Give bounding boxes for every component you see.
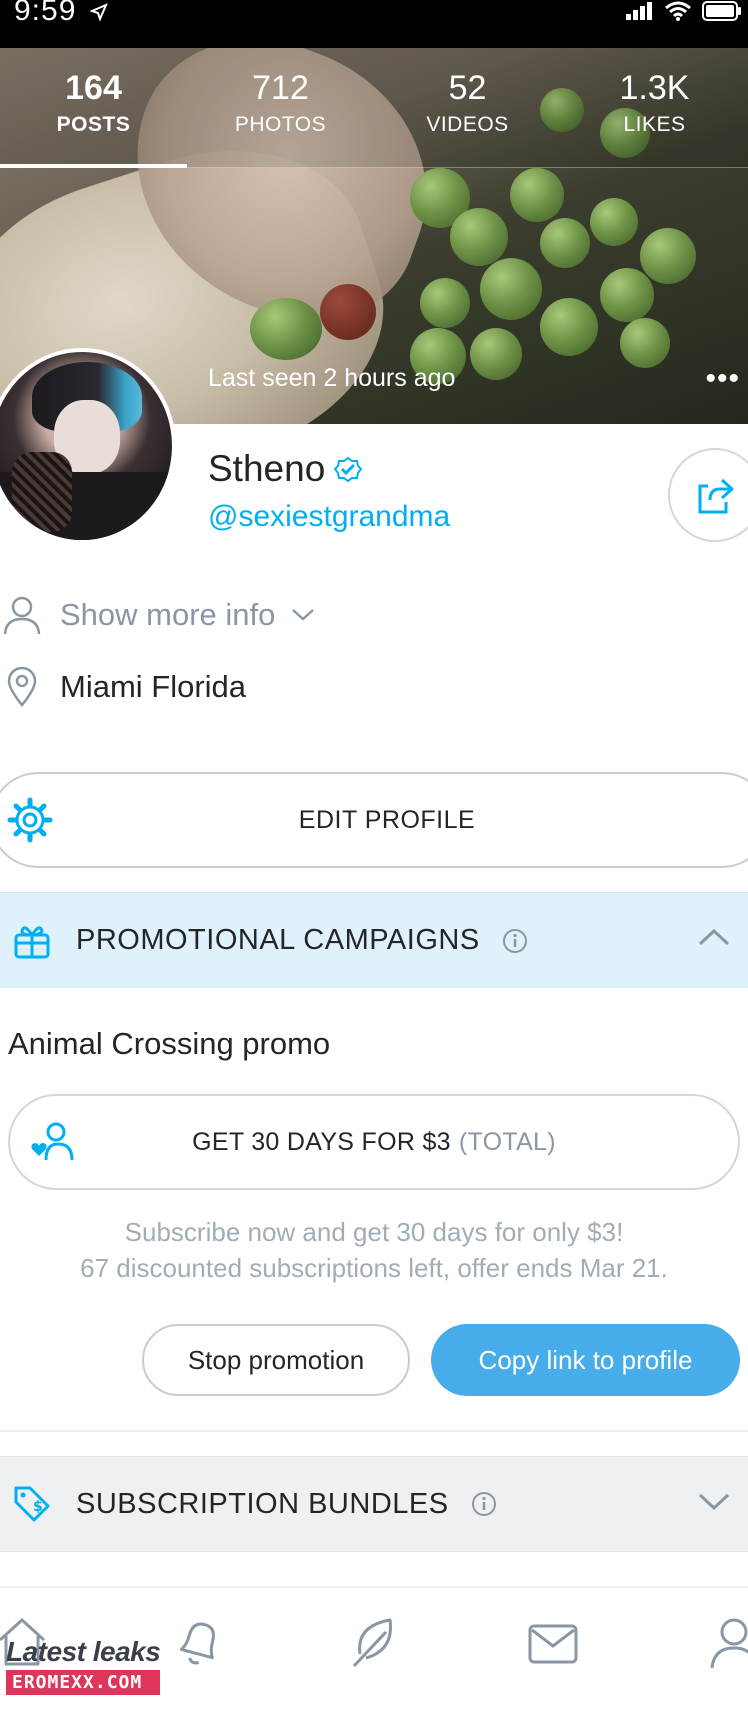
- location-pin-icon: [2, 667, 42, 707]
- location-arrow-icon: [88, 3, 108, 22]
- gift-icon: [14, 925, 50, 958]
- photos-label: PHOTOS: [234, 113, 327, 136]
- bell-icon[interactable]: [170, 1614, 226, 1670]
- posts-count: 164: [65, 69, 122, 107]
- likes-label: LIKES: [623, 113, 686, 136]
- status-bar: 9:59: [0, 0, 748, 48]
- profile-icon[interactable]: [706, 1614, 748, 1670]
- promo-desc-line-1: Subscribe now and get 30 days for only $…: [124, 1217, 624, 1247]
- videos-count: 52: [448, 69, 487, 107]
- wifi-icon: [665, 1, 691, 21]
- show-more-info-label: Show more info: [60, 597, 276, 632]
- divider: [0, 1586, 748, 1588]
- info-icon[interactable]: [502, 928, 528, 954]
- status-time: 9:59: [14, 0, 108, 26]
- promo-description: Subscribe now and get 30 days for only $…: [0, 1214, 748, 1286]
- chevron-down-icon[interactable]: [698, 1491, 730, 1511]
- photos-count: 712: [252, 69, 309, 107]
- share-profile-button[interactable]: [668, 448, 748, 542]
- signal-icon: [626, 2, 652, 20]
- subscribe-heart-person-icon: [31, 1122, 74, 1161]
- subscription-bundles-title: SUBSCRIPTION BUNDLES: [76, 1487, 449, 1520]
- profile-stats-tabs: 164 POSTS 712 PHOTOS 52 VIDEOS 1.3K LIKE…: [0, 48, 748, 168]
- svg-text:$: $: [33, 1499, 43, 1515]
- display-name: Stheno: [208, 448, 363, 490]
- price-tag-icon: $: [14, 1486, 50, 1522]
- promo-desc-line-2: 67 discounted subscriptions left, offer …: [80, 1253, 668, 1283]
- tab-posts[interactable]: 164 POSTS: [0, 48, 187, 168]
- tab-photos[interactable]: 712 PHOTOS: [187, 48, 374, 167]
- promotional-campaigns-header[interactable]: PROMOTIONAL CAMPAIGNS: [0, 892, 748, 988]
- divider: [0, 1430, 748, 1432]
- promotional-campaigns-title: PROMOTIONAL CAMPAIGNS: [76, 924, 480, 956]
- edit-profile-button[interactable]: EDIT PROFILE: [0, 772, 748, 868]
- watermark-line-1: Latest leaks: [6, 1636, 161, 1667]
- likes-count: 1.3K: [619, 69, 690, 107]
- subscription-bundles-header[interactable]: $ SUBSCRIPTION BUNDLES: [0, 1456, 748, 1552]
- more-options-icon[interactable]: •••: [705, 364, 740, 394]
- watermark-line-2: EROMEXX.COM: [6, 1670, 161, 1695]
- copy-link-button[interactable]: Copy link to profile: [431, 1324, 740, 1396]
- display-name-text: Stheno: [208, 448, 326, 489]
- watermark: Latest leaks EROMEXX.COM: [6, 1636, 161, 1695]
- offer-main-text: GET 30 DAYS FOR $3: [192, 1127, 451, 1156]
- videos-label: VIDEOS: [426, 113, 509, 136]
- battery-icon: [702, 1, 741, 21]
- location-row: Miami Florida: [0, 665, 246, 709]
- subscribe-offer-button[interactable]: GET 30 DAYS FOR $3 (TOTAL): [8, 1094, 740, 1190]
- chevron-down-icon: [292, 609, 315, 621]
- tab-videos[interactable]: 52 VIDEOS: [374, 48, 561, 167]
- info-icon[interactable]: [471, 1491, 497, 1517]
- promo-name: Animal Crossing promo: [8, 1026, 331, 1061]
- last-seen-text: Last seen 2 hours ago: [208, 364, 456, 392]
- status-icons: [626, 0, 742, 22]
- messages-icon[interactable]: [526, 1614, 582, 1670]
- person-icon: [2, 595, 42, 635]
- verified-check-icon: [333, 456, 363, 482]
- stop-promotion-button[interactable]: Stop promotion: [142, 1324, 410, 1396]
- share-icon: [698, 478, 734, 514]
- tab-likes[interactable]: 1.3K LIKES: [561, 48, 748, 167]
- avatar[interactable]: [0, 348, 176, 544]
- edit-profile-label: EDIT PROFILE: [298, 805, 476, 834]
- feather-create-icon[interactable]: [346, 1614, 402, 1670]
- offer-suffix-text: (TOTAL): [458, 1127, 556, 1156]
- chevron-up-icon[interactable]: [698, 927, 730, 947]
- status-time-text: 9:59: [14, 0, 77, 27]
- location-text: Miami Florida: [60, 669, 247, 704]
- show-more-info-toggle[interactable]: Show more info: [0, 593, 315, 637]
- username[interactable]: @sexiestgrandma: [208, 500, 450, 534]
- gear-icon: [7, 797, 53, 843]
- posts-label: POSTS: [56, 113, 131, 136]
